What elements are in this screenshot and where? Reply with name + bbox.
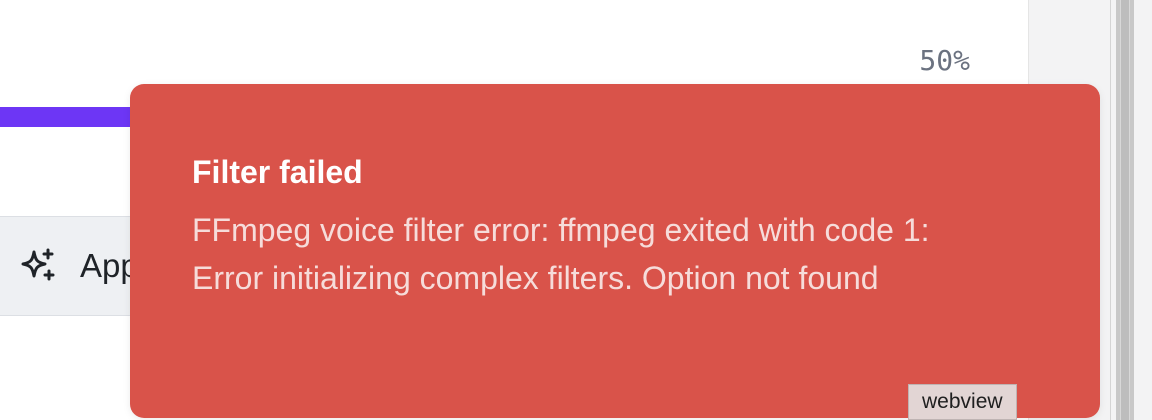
toast-title: Filter failed	[192, 154, 363, 190]
error-toast[interactable]: Filter failed FFmpeg voice filter error:…	[130, 84, 1100, 418]
panel-divider	[1110, 0, 1111, 420]
progress-percent-label: 50%	[919, 44, 970, 77]
toast-message: FFmpeg voice filter error: ffmpeg exited…	[192, 212, 930, 296]
webview-label: webview	[908, 384, 1017, 420]
scrollbar-thumb[interactable]	[1120, 0, 1130, 420]
sparkles-icon	[18, 246, 58, 286]
app-viewport: 50% Apply Filter failed FFmpeg voice fil…	[0, 0, 1152, 420]
